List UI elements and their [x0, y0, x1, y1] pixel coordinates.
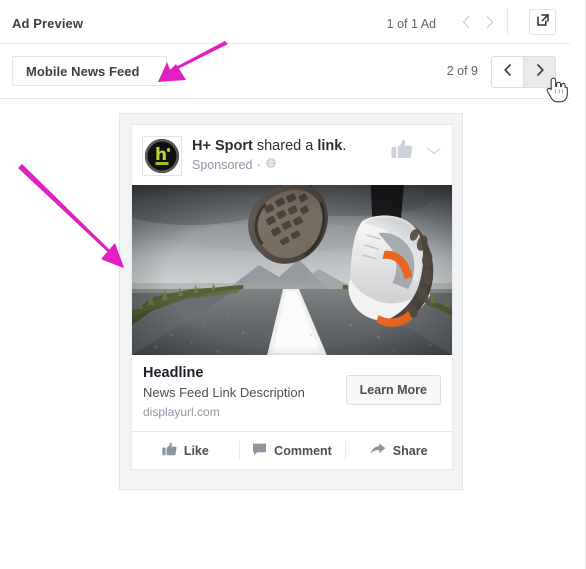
- byline-action: shared a: [252, 138, 318, 154]
- placement-selector-label: Mobile News Feed: [26, 63, 140, 79]
- sponsored-separator: ·: [256, 158, 261, 172]
- share-arrow-icon: [370, 442, 386, 459]
- ad-counter: 1 of 1 Ad: [386, 17, 436, 31]
- chevron-left-icon[interactable]: [460, 13, 472, 31]
- preview-header: Ad Preview 1 of 1 Ad: [0, 0, 570, 44]
- placement-prev-button[interactable]: [492, 57, 523, 87]
- like-button[interactable]: Like: [132, 432, 239, 469]
- learn-more-button[interactable]: Learn More: [345, 375, 441, 405]
- ad-link-block: Headline News Feed Link Description disp…: [132, 355, 452, 431]
- globe-icon: [265, 157, 277, 174]
- comment-label: Comment: [274, 443, 332, 458]
- byline-object: link: [317, 138, 343, 154]
- ad-card: h H+ Sport shared a link. Sponsored · He…: [131, 124, 453, 470]
- share-label: Share: [392, 443, 428, 458]
- sponsored-label: Sponsored: [192, 158, 253, 172]
- like-label: Like: [183, 443, 209, 458]
- ad-card-header: h H+ Sport shared a link. Sponsored ·: [132, 125, 452, 185]
- placement-counter: 2 of 9: [446, 64, 478, 78]
- thumbs-up-icon: [162, 442, 177, 459]
- chevron-right-icon: [534, 63, 546, 82]
- placement-toolbar: Mobile News Feed 2 of 9: [0, 44, 570, 99]
- ad-display-url: displayurl.com: [143, 405, 220, 419]
- placement-selector[interactable]: Mobile News Feed: [12, 56, 167, 86]
- share-button[interactable]: Share: [345, 432, 452, 469]
- ad-action-bar: Like Comment Share: [132, 431, 452, 469]
- ad-card-header-actions: [391, 139, 442, 165]
- avatar[interactable]: h: [142, 136, 182, 176]
- byline-period: .: [342, 138, 347, 154]
- comment-button[interactable]: Comment: [238, 432, 346, 469]
- header-divider: [507, 8, 508, 36]
- chevron-right-icon[interactable]: [484, 13, 496, 31]
- expand-preview-button[interactable]: [529, 9, 556, 35]
- chevron-left-icon: [502, 63, 514, 82]
- avatar-letter: h: [154, 144, 168, 165]
- ad-navigation: [460, 13, 496, 31]
- external-link-icon: [536, 13, 550, 32]
- avatar-bar: [155, 162, 169, 165]
- ad-preview-page: Ad Preview 1 of 1 Ad Mobile News Feed 2 …: [0, 0, 586, 569]
- ad-preview-frame: h H+ Sport shared a link. Sponsored · He…: [119, 113, 463, 490]
- placement-next-button[interactable]: [523, 57, 555, 87]
- avatar-dot: [166, 148, 170, 152]
- placement-pager: [491, 56, 556, 88]
- page-name[interactable]: H+ Sport: [192, 138, 253, 154]
- thumbs-up-icon[interactable]: [391, 139, 413, 165]
- chevron-down-icon[interactable]: [426, 143, 442, 161]
- avatar-logo-icon: h: [145, 139, 179, 173]
- ad-image[interactable]: [132, 185, 452, 355]
- page-title: Ad Preview: [12, 16, 84, 31]
- speech-bubble-icon: [252, 442, 267, 459]
- preview-canvas: h H+ Sport shared a link. Sponsored · He…: [0, 99, 570, 569]
